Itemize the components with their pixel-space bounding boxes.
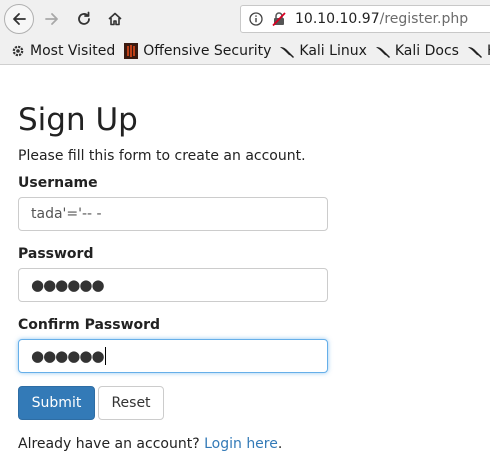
password-label: Password (18, 246, 94, 262)
home-icon (108, 12, 122, 26)
info-icon[interactable] (249, 12, 263, 26)
login-link[interactable]: Login here (204, 436, 278, 452)
submit-button[interactable]: Submit (18, 386, 95, 420)
confirm-password-value: ●●●●●● (31, 347, 105, 365)
arrow-left-icon (13, 13, 26, 25)
bookmark-most-visited[interactable]: Most Visited (10, 43, 115, 59)
password-value: ●●●●●● (31, 276, 105, 294)
gear-icon (10, 43, 26, 59)
home-button[interactable] (101, 5, 129, 33)
reset-button[interactable]: Reset (98, 386, 164, 420)
page-title: Sign Up (18, 102, 138, 138)
confirm-password-input[interactable]: ●●●●●● (18, 339, 328, 373)
bookmark-label: Kali Linux (299, 43, 367, 59)
username-input[interactable]: tada'='-- - (18, 197, 328, 231)
reload-icon (78, 11, 90, 25)
browser-toolbar: 10.10.10.97/register.php (0, 0, 490, 38)
url-host: 10.10.10.97 (295, 11, 380, 27)
url-bar[interactable]: 10.10.10.97/register.php (240, 5, 490, 33)
kali-dragon-icon (467, 43, 483, 59)
username-label: Username (18, 175, 98, 191)
forward-button[interactable] (38, 5, 66, 33)
bookmark-offensive-security[interactable]: Offensive Security (123, 43, 271, 59)
password-input[interactable]: ●●●●●● (18, 268, 328, 302)
login-prompt: Already have an account? (18, 436, 200, 452)
text-caret (104, 347, 106, 365)
url-text[interactable]: 10.10.10.97/register.php (295, 11, 468, 27)
bookmarks-bar: Most Visited Offensive Security Kali Lin… (0, 38, 490, 65)
kali-dragon-icon (279, 43, 295, 59)
arrow-right-icon (45, 13, 58, 25)
bookmark-kali-linux[interactable]: Kali Linux (279, 43, 367, 59)
bookmark-kali-docs[interactable]: Kali Docs (375, 43, 459, 59)
url-path: /register.php (379, 11, 469, 27)
reload-button[interactable] (70, 5, 98, 33)
bookmark-label: Most Visited (30, 43, 116, 59)
insecure-lock-icon[interactable] (271, 11, 287, 27)
page-subtitle: Please fill this form to create an accou… (18, 148, 306, 164)
username-value: tada'='-- - (31, 206, 102, 222)
bookmark-overflow[interactable]: K (467, 43, 490, 59)
back-button[interactable] (4, 4, 34, 34)
bookmark-label: Offensive Security (143, 43, 272, 59)
kali-dragon-icon (375, 43, 391, 59)
confirm-password-label: Confirm Password (18, 317, 161, 333)
bookmark-label: Kali Docs (394, 43, 459, 59)
login-suffix: . (277, 436, 283, 452)
offsec-icon (123, 43, 139, 59)
login-prompt-line: Already have an account? Login here. (18, 436, 282, 452)
